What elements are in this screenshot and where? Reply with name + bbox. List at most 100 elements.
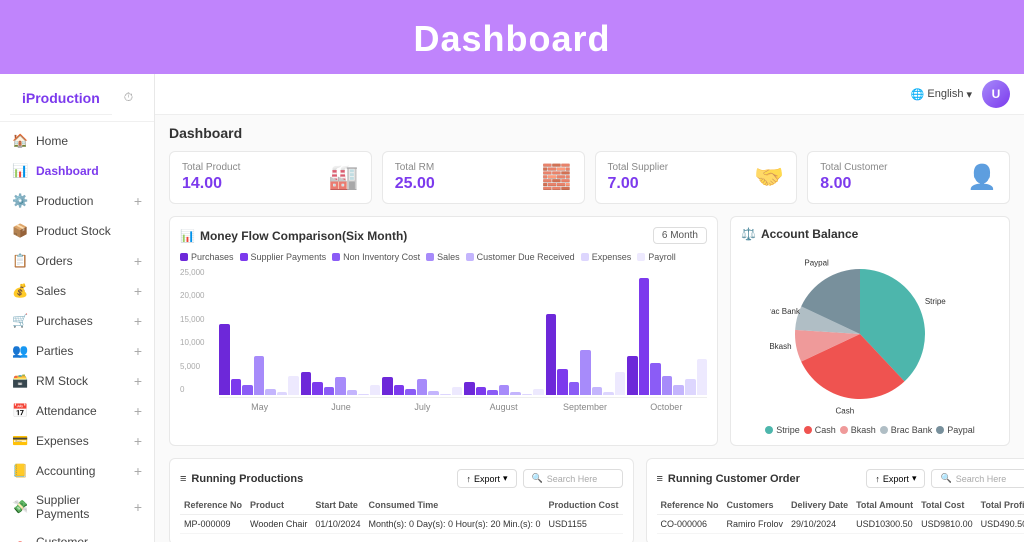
attendance-plus-icon[interactable]: + (134, 403, 142, 419)
supplier-payments-plus-icon[interactable]: + (134, 499, 142, 515)
prod-col-production-cost: Production Cost (545, 496, 623, 515)
stat-icon-1: 🧱 (542, 163, 572, 192)
home-label: Home (36, 134, 68, 148)
chart-legend: PurchasesSupplier PaymentsNon Inventory … (180, 252, 707, 262)
pie-legend-paypal: Paypal (936, 425, 975, 435)
bar-3-4 (510, 392, 521, 395)
stat-label-0: Total Product (182, 162, 240, 173)
purchases-plus-icon[interactable]: + (134, 313, 142, 329)
legend-sales: Sales (426, 252, 460, 262)
orders-icon: ≡ (657, 473, 663, 485)
pie-legend-bkash: Bkash (840, 425, 876, 435)
search-icon-2: 🔍 (940, 473, 951, 484)
avatar[interactable]: U (982, 80, 1010, 108)
bar-group-2 (382, 377, 462, 395)
logo-text: iProduction (22, 90, 100, 106)
customer-orders-table: Reference NoCustomersDelivery DateTotal … (657, 496, 1024, 534)
parties-label: Parties (36, 344, 73, 358)
bar-1-6 (370, 385, 381, 395)
sidebar-item-accounting[interactable]: 📒 Accounting + (0, 456, 154, 486)
bar-0-6 (288, 376, 299, 396)
sidebar: iProduction ⏱ 🏠 Home 📊 Dashboard ⚙️ Prod… (0, 74, 155, 542)
pie-label-paypal: Paypal (804, 259, 829, 268)
prod-col-product: Product (246, 496, 311, 515)
charts-row: 📊 Money Flow Comparison(Six Month) 6 Mon… (169, 216, 1010, 446)
running-productions-card: ≡ Running Productions ↑ Export ▾ 🔍 (169, 458, 634, 542)
bar-5-3 (662, 376, 673, 396)
pie-chart: StripeCashBkashBrac BankPaypal (770, 249, 970, 419)
bar-4-3 (580, 350, 591, 396)
sidebar-item-product-stock[interactable]: 📦 Product Stock (0, 216, 154, 246)
bar-month-label-1: June (300, 402, 381, 412)
sidebar-item-sales[interactable]: 💰 Sales + (0, 276, 154, 306)
chart-header: 📊 Money Flow Comparison(Six Month) 6 Mon… (180, 227, 707, 244)
productions-export-button[interactable]: ↑ Export ▾ (457, 469, 516, 488)
bar-4-1 (557, 369, 568, 395)
bar-2-3 (417, 379, 428, 395)
production-icon: ⚙️ (12, 193, 28, 209)
sidebar-item-purchases[interactable]: 🛒 Purchases + (0, 306, 154, 336)
expenses-plus-icon[interactable]: + (134, 433, 142, 449)
order-col-reference-no: Reference No (657, 496, 723, 515)
bar-5-1 (639, 278, 650, 395)
rm-stock-icon: 🗃️ (12, 373, 28, 389)
parties-icon: 👥 (12, 343, 28, 359)
customer-order-header: ≡ Running Customer Order ↑ Export ▾ 🔍 (657, 469, 1024, 488)
sidebar-item-rm-stock[interactable]: 🗃️ RM Stock + (0, 366, 154, 396)
order-col-customers: Customers (723, 496, 788, 515)
sidebar-item-attendance[interactable]: 📅 Attendance + (0, 396, 154, 426)
sidebar-item-expenses[interactable]: 💳 Expenses + (0, 426, 154, 456)
bar-1-0 (301, 372, 312, 395)
time-filter-button[interactable]: 6 Month (653, 227, 707, 244)
accounting-plus-icon[interactable]: + (134, 463, 142, 479)
expenses-label: Expenses (36, 434, 89, 448)
bar-labels: MayJuneJulyAugustSeptemberOctober (219, 402, 707, 412)
bar-5-0 (627, 356, 638, 395)
rm-stock-plus-icon[interactable]: + (134, 373, 142, 389)
bar-0-4 (265, 389, 276, 396)
customer-order-card: ≡ Running Customer Order ↑ Export ▾ 🔍 (646, 458, 1024, 542)
language-selector[interactable]: 🌐 English ▾ (911, 88, 972, 101)
money-flow-chart: 📊 Money Flow Comparison(Six Month) 6 Mon… (169, 216, 718, 446)
sidebar-item-orders[interactable]: 📋 Orders + (0, 246, 154, 276)
production-label: Production (36, 194, 93, 208)
sidebar-item-supplier-payments[interactable]: 💸 Supplier Payments + (0, 486, 154, 528)
stat-value-3: 8.00 (820, 175, 887, 193)
sidebar-item-production[interactable]: ⚙️ Production + (0, 186, 154, 216)
parties-plus-icon[interactable]: + (134, 343, 142, 359)
orders-export-button[interactable]: ↑ Export ▾ (866, 469, 925, 488)
orders-plus-icon[interactable]: + (134, 253, 142, 269)
sidebar-item-parties[interactable]: 👥 Parties + (0, 336, 154, 366)
productions-search-box[interactable]: 🔍 Search Here (523, 469, 623, 488)
stat-value-0: 14.00 (182, 175, 240, 193)
bar-0-3 (254, 356, 265, 395)
order-col-total-amount: Total Amount (852, 496, 917, 515)
bar-2-5 (440, 394, 451, 395)
bar-3-5 (522, 394, 533, 395)
bar-5-6 (697, 359, 708, 395)
bar-4-4 (592, 387, 603, 395)
orders-search-box[interactable]: 🔍 Search Here (931, 469, 1024, 488)
table-row: CO-000006Ramiro Frolov29/10/2024USD10300… (657, 515, 1024, 534)
supplier-payments-label: Supplier Payments (36, 493, 134, 521)
stat-value-2: 7.00 (608, 175, 669, 193)
production-plus-icon[interactable]: + (134, 193, 142, 209)
stat-value-1: 25.00 (395, 175, 435, 193)
sales-plus-icon[interactable]: + (134, 283, 142, 299)
sidebar-item-home[interactable]: 🏠 Home (0, 126, 154, 156)
hero-title: Dashboard (0, 18, 1024, 60)
attendance-icon: 📅 (12, 403, 28, 419)
bar-month-label-4: September (544, 402, 625, 412)
orders-icon: 📋 (12, 253, 28, 269)
pie-legend-brac bank: Brac Bank (880, 425, 933, 435)
prod-col-reference-no: Reference No (180, 496, 246, 515)
sidebar-item-dashboard[interactable]: 📊 Dashboard (0, 156, 154, 186)
dropdown-chevron-icon: ▾ (966, 88, 972, 101)
bar-4-2 (569, 382, 580, 395)
clock-icon: ⏱ (124, 90, 133, 105)
translate-icon: 🌐 (911, 88, 925, 101)
bar-1-4 (347, 390, 358, 395)
sales-icon: 💰 (12, 283, 28, 299)
productions-icon: ≡ (180, 473, 186, 485)
bar-2-2 (405, 389, 416, 396)
